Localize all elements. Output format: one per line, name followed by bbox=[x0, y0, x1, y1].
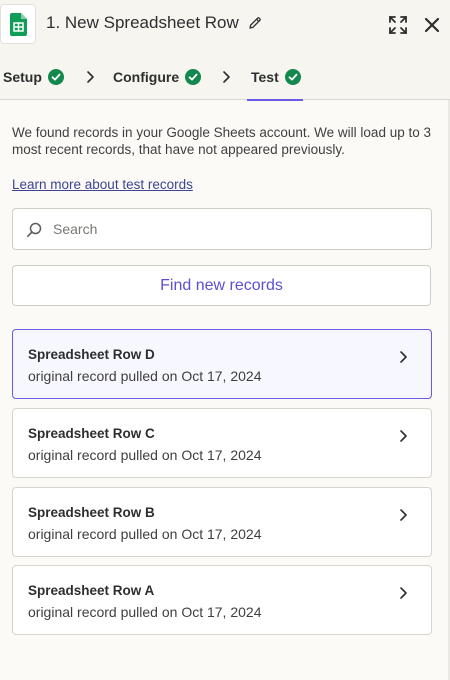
learn-more-link[interactable]: Learn more about test records bbox=[12, 177, 193, 192]
chevron-right-icon bbox=[400, 351, 407, 363]
chevron-right-icon bbox=[223, 71, 230, 83]
record-subtitle: original record pulled on Oct 17, 2024 bbox=[28, 447, 262, 463]
record-item[interactable]: Spreadsheet Row C original record pulled… bbox=[12, 408, 432, 478]
chevron-right-icon bbox=[400, 430, 407, 442]
panel-header: 1. New Spreadsheet Row bbox=[0, 0, 450, 54]
close-icon[interactable] bbox=[422, 15, 442, 35]
pencil-icon[interactable] bbox=[248, 16, 262, 30]
chevron-right-icon bbox=[87, 71, 94, 83]
chevron-right-icon bbox=[400, 587, 407, 599]
record-subtitle: original record pulled on Oct 17, 2024 bbox=[28, 368, 262, 384]
tab-label: Setup bbox=[3, 69, 42, 85]
tab-configure[interactable]: Configure bbox=[113, 54, 202, 100]
step-tabs: Setup Configure Test bbox=[0, 54, 450, 101]
check-circle-icon bbox=[47, 69, 64, 85]
record-title: Spreadsheet Row A bbox=[28, 583, 155, 598]
google-sheets-icon bbox=[10, 13, 27, 36]
active-tab-indicator bbox=[247, 99, 303, 101]
record-title: Spreadsheet Row B bbox=[28, 505, 155, 520]
tab-setup[interactable]: Setup bbox=[3, 54, 64, 100]
search-icon bbox=[26, 222, 42, 237]
tab-label: Configure bbox=[113, 69, 180, 85]
search-input[interactable] bbox=[53, 209, 423, 249]
search-box bbox=[12, 208, 432, 250]
step-panel: 1. New Spreadsheet Row Setup Configure T… bbox=[0, 0, 450, 680]
tab-label: Test bbox=[251, 69, 279, 85]
record-subtitle: original record pulled on Oct 17, 2024 bbox=[28, 526, 262, 542]
check-circle-icon bbox=[185, 69, 202, 85]
expand-icon[interactable] bbox=[388, 15, 408, 35]
record-item[interactable]: Spreadsheet Row B original record pulled… bbox=[12, 487, 432, 557]
record-subtitle: original record pulled on Oct 17, 2024 bbox=[28, 604, 262, 620]
app-icon-container bbox=[0, 4, 36, 44]
find-new-records-button[interactable]: Find new records bbox=[12, 265, 431, 306]
step-title: 1. New Spreadsheet Row bbox=[46, 13, 239, 32]
record-title: Spreadsheet Row D bbox=[28, 347, 155, 362]
check-circle-icon bbox=[284, 69, 301, 85]
intro-text: We found records in your Google Sheets a… bbox=[12, 125, 431, 157]
chevron-right-icon bbox=[400, 509, 407, 521]
record-item[interactable]: Spreadsheet Row A original record pulled… bbox=[12, 565, 432, 635]
record-item[interactable]: Spreadsheet Row D original record pulled… bbox=[12, 329, 432, 399]
record-title: Spreadsheet Row C bbox=[28, 426, 155, 441]
tab-test[interactable]: Test bbox=[247, 54, 303, 101]
